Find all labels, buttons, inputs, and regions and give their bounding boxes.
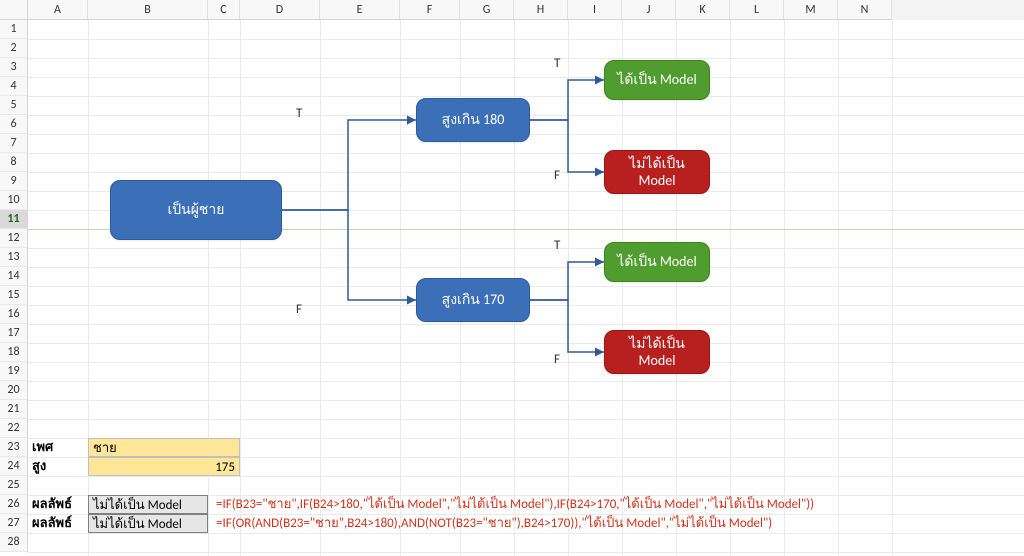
column-header-b[interactable]: B [88, 0, 208, 20]
row-header-18[interactable]: 18 [0, 343, 28, 362]
row-header-11[interactable]: 11 [0, 210, 28, 229]
row-header-col: 1234567891011121314151617181920212223242… [0, 20, 28, 552]
flowchart-label-t: T [554, 56, 560, 71]
row-header-28[interactable]: 28 [0, 533, 28, 552]
row-header-8[interactable]: 8 [0, 153, 28, 172]
cell-b27-result[interactable]: ไม่ได้เป็น Model [88, 514, 208, 533]
column-header-n[interactable]: N [838, 0, 892, 20]
column-header-h[interactable]: H [514, 0, 568, 20]
row-header-4[interactable]: 4 [0, 77, 28, 96]
flowchart-leaf-model[interactable]: ได้เป็น Model [604, 60, 710, 100]
cell-b24-height[interactable]: 175 [88, 457, 240, 476]
column-header-i[interactable]: I [568, 0, 622, 20]
flowchart-leaf-notmodel[interactable]: ไม่ได้เป็น Model [604, 330, 710, 374]
column-header-d[interactable]: D [240, 0, 320, 20]
row-header-17[interactable]: 17 [0, 324, 28, 343]
row-header-23[interactable]: 23 [0, 438, 28, 457]
row-header-21[interactable]: 21 [0, 400, 28, 419]
cell-grid[interactable]: เป็นผู้ชาย T F สูงเกิน 180 สูงเกิน 170 T… [28, 20, 1024, 556]
row-header-5[interactable]: 5 [0, 96, 28, 115]
cell-a27-label[interactable]: ผลลัพธ์ [28, 514, 88, 533]
row-header-13[interactable]: 13 [0, 248, 28, 267]
row-header-25[interactable]: 25 [0, 476, 28, 495]
row-header-7[interactable]: 7 [0, 134, 28, 153]
column-header-e[interactable]: E [320, 0, 400, 20]
cell-b26-result[interactable]: ไม่ได้เป็น Model [88, 495, 208, 514]
row-header-20[interactable]: 20 [0, 381, 28, 400]
column-header-k[interactable]: K [676, 0, 730, 20]
flowchart-node-height170[interactable]: สูงเกิน 170 [416, 278, 530, 322]
column-header-a[interactable]: A [28, 0, 88, 20]
cell-a26-label[interactable]: ผลลัพธ์ [28, 495, 88, 514]
row-header-15[interactable]: 15 [0, 286, 28, 305]
row-header-6[interactable]: 6 [0, 115, 28, 134]
row-header-2[interactable]: 2 [0, 39, 28, 58]
row-header-24[interactable]: 24 [0, 457, 28, 476]
row-header-1[interactable]: 1 [0, 20, 28, 39]
row-header-10[interactable]: 10 [0, 191, 28, 210]
column-header-m[interactable]: M [784, 0, 838, 20]
column-header-j[interactable]: J [622, 0, 676, 20]
row-header-3[interactable]: 3 [0, 58, 28, 77]
row-header-22[interactable]: 22 [0, 419, 28, 438]
flowchart-label-t: T [296, 106, 302, 121]
row-header-16[interactable]: 16 [0, 305, 28, 324]
row-header-27[interactable]: 27 [0, 514, 28, 533]
row-header-19[interactable]: 19 [0, 362, 28, 381]
row-header-26[interactable]: 26 [0, 495, 28, 514]
column-header-c[interactable]: C [208, 0, 240, 20]
select-all-triangle[interactable] [0, 0, 28, 20]
flowchart-label-f: F [554, 168, 560, 183]
column-header-g[interactable]: G [460, 0, 514, 20]
flowchart-node-root[interactable]: เป็นผู้ชาย [110, 180, 282, 240]
column-header-f[interactable]: F [400, 0, 460, 20]
flowchart-leaf-model[interactable]: ได้เป็น Model [604, 242, 710, 282]
spreadsheet: ABCDEFGHIJKLMN 1234567891011121314151617… [0, 0, 1024, 556]
cell-c27-formula[interactable]: =IF(OR(AND(B23="ชาย",B24>180),AND(NOT(B2… [212, 514, 1012, 533]
row-header-9[interactable]: 9 [0, 172, 28, 191]
column-header-l[interactable]: L [730, 0, 784, 20]
column-header-row: ABCDEFGHIJKLMN [0, 0, 1024, 20]
row-header-12[interactable]: 12 [0, 229, 28, 248]
flowchart-label-f: F [554, 352, 560, 367]
cell-a23-label[interactable]: เพศ [28, 438, 88, 457]
flowchart-node-height180[interactable]: สูงเกิน 180 [416, 98, 530, 142]
cell-c26-formula[interactable]: =IF(B23="ชาย",IF(B24>180,"ได้เป็น Model"… [212, 495, 1012, 514]
cell-a24-label[interactable]: สูง [28, 457, 88, 476]
flowchart-label-t: T [554, 238, 560, 253]
flowchart-label-f: F [296, 302, 302, 317]
flowchart-leaf-notmodel[interactable]: ไม่ได้เป็น Model [604, 150, 710, 194]
cell-b23-gender[interactable]: ชาย [88, 438, 240, 457]
row-header-14[interactable]: 14 [0, 267, 28, 286]
